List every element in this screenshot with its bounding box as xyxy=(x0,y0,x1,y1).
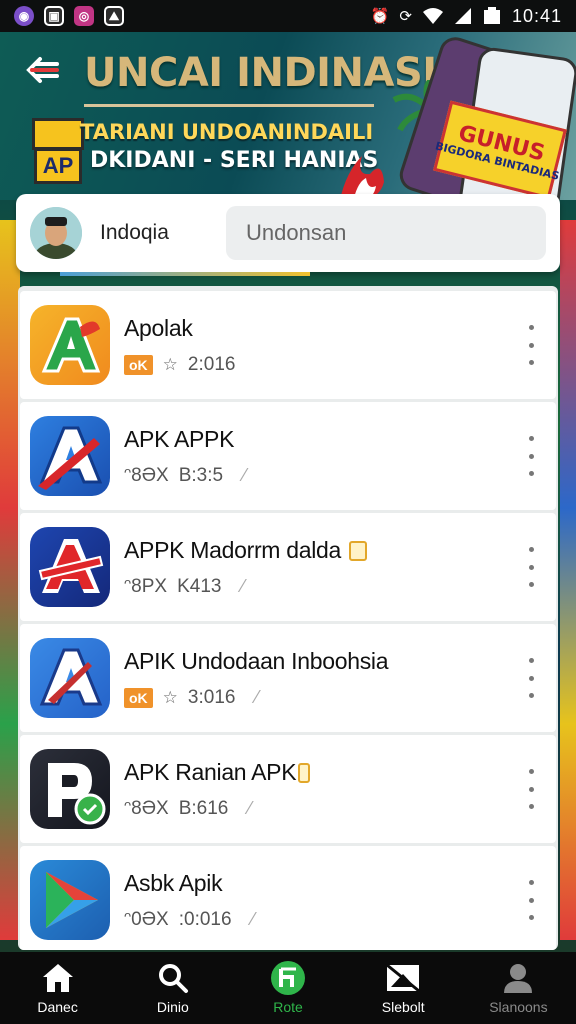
home-icon xyxy=(40,961,76,995)
avatar[interactable] xyxy=(30,207,82,259)
edit-icon: ⁄ xyxy=(243,465,247,485)
edit-icon: ⁄ xyxy=(255,687,259,707)
search-icon xyxy=(155,961,191,995)
messenger-icon: ▣ xyxy=(44,6,64,26)
search-placeholder: Undonsan xyxy=(246,220,347,245)
person-icon xyxy=(500,961,536,995)
verified-badge-icon xyxy=(298,763,311,784)
rating-icon: ☆ xyxy=(162,354,178,374)
more-options-icon[interactable] xyxy=(526,436,536,476)
app-meta-value: 3:016 xyxy=(187,686,236,708)
right-decoration xyxy=(560,220,576,940)
a-red-icon[interactable] xyxy=(30,527,110,607)
wifi-icon xyxy=(422,8,443,24)
flame-icon xyxy=(340,156,384,200)
more-options-icon[interactable] xyxy=(526,880,536,920)
gallery-icon: ⛰ xyxy=(104,6,124,26)
signal-icon xyxy=(454,8,471,24)
alarm-icon: ⏰ xyxy=(370,8,390,25)
profile-name: Indoqia xyxy=(100,221,169,244)
list-item[interactable]: APIK Undodaan Inboohsia oK ☆ 3:016 ⁄ xyxy=(20,624,556,732)
p-icon[interactable] xyxy=(30,749,110,829)
play-arrow-icon[interactable] xyxy=(30,860,110,940)
nav-message[interactable]: Slebolt xyxy=(346,952,461,1024)
system-icons: ⏰ ⟳ 10:41 xyxy=(371,6,562,27)
sync-icon: ⟳ xyxy=(399,8,412,25)
app-meta-value: B:3:5 xyxy=(178,464,224,486)
back-button[interactable] xyxy=(22,50,62,90)
search-input[interactable]: Undonsan xyxy=(226,206,546,260)
app-name-text: APK Ranian APK xyxy=(124,758,297,785)
edit-icon: ⁄ xyxy=(241,576,245,596)
a-green-icon[interactable] xyxy=(30,305,110,385)
app-meta-value: :0:016 xyxy=(178,908,232,930)
app-tag: oK xyxy=(124,687,153,708)
edit-icon: ⁄ xyxy=(251,909,255,929)
r-circle-icon xyxy=(270,961,306,995)
nav-label: Slanoons xyxy=(489,999,548,1015)
app-meta-value: K413 xyxy=(177,575,222,597)
nav-home[interactable]: Danec xyxy=(0,952,115,1024)
app-meta-prefix: ᵔ8PX xyxy=(124,575,168,597)
clock: 10:41 xyxy=(511,5,562,26)
app-name: APPK Madorrm dalda xyxy=(124,537,556,564)
banner-subtitle-1: TARIANI UNDOANINDAILI xyxy=(80,120,374,144)
more-options-icon[interactable] xyxy=(526,547,536,587)
promo-banner[interactable]: UNCAI INDINASIA AP TARIANI UNDOANINDAILI… xyxy=(0,32,576,200)
list-item[interactable]: APPK Madorrm dalda ᵔ8PX K413 ⁄ xyxy=(20,513,556,621)
list-item[interactable]: Asbk Apik ᵔ0ƏX :0:016 ⁄ xyxy=(20,846,556,950)
app-meta-value: 2:016 xyxy=(187,353,236,375)
profile-card: Indoqia Undonsan xyxy=(16,194,560,272)
banner-badge-frame xyxy=(32,118,84,150)
more-options-icon[interactable] xyxy=(526,769,536,809)
instagram-icon: ◎ xyxy=(74,6,94,26)
app-meta-prefix: ᵔ8ƏX xyxy=(124,464,169,486)
bottom-navigation: Danec Dinio Rote Slebolt Slanoons xyxy=(0,952,576,1024)
nav-search[interactable]: Dinio xyxy=(115,952,230,1024)
nav-label: Rote xyxy=(273,999,303,1015)
nav-rote[interactable]: Rote xyxy=(230,952,345,1024)
message-icon xyxy=(385,961,421,995)
app-meta-prefix: ᵔ8ƏX xyxy=(124,797,169,819)
app-list: Apolak oK ☆ 2:016 APK APPK ᵔ8ƏX B:3:5 ⁄ xyxy=(18,286,558,950)
more-options-icon[interactable] xyxy=(526,325,536,365)
a-light-blue-icon[interactable] xyxy=(30,638,110,718)
app-name: Apolak xyxy=(124,314,193,341)
user-portrait-icon xyxy=(30,207,82,259)
app-tag: oK xyxy=(124,354,153,375)
left-decoration xyxy=(0,220,20,940)
more-options-icon[interactable] xyxy=(526,658,536,698)
back-arrow-icon xyxy=(26,57,59,83)
profile-accent-bar xyxy=(60,272,310,276)
app-name: APIK Undodaan Inboohsia xyxy=(124,647,389,674)
edit-icon: ⁄ xyxy=(248,798,252,818)
app-meta-prefix: ᵔ0ƏX xyxy=(124,908,169,930)
a-blue-icon[interactable] xyxy=(30,416,110,496)
app-name: APK APPK xyxy=(124,425,235,452)
battery-icon xyxy=(483,7,500,24)
banner-divider xyxy=(84,104,374,107)
app-name-text: APPK Madorrm dalda xyxy=(124,536,342,563)
nav-label: Danec xyxy=(37,999,78,1015)
nav-profile[interactable]: Slanoons xyxy=(461,952,576,1024)
banner-badge: AP xyxy=(34,148,82,184)
list-item[interactable]: Apolak oK ☆ 2:016 xyxy=(20,291,556,399)
list-item[interactable]: APK APPK ᵔ8ƏX B:3:5 ⁄ xyxy=(20,402,556,510)
nav-label: Slebolt xyxy=(381,999,425,1015)
status-bar: ◉ ▣ ◎ ⛰ ⏰ ⟳ 10:41 xyxy=(0,0,576,32)
nav-label: Dinio xyxy=(156,999,189,1015)
app-name: Asbk Apik xyxy=(124,869,223,896)
viber-icon: ◉ xyxy=(14,6,34,26)
list-item[interactable]: APK Ranian APK ᵔ8ƏX B:616 ⁄ xyxy=(20,735,556,843)
rating-icon: ☆ xyxy=(162,687,178,707)
app-meta-value: B:616 xyxy=(178,797,229,819)
notification-icons: ◉ ▣ ◎ ⛰ xyxy=(14,6,124,26)
app-name: APK Ranian APK xyxy=(124,759,556,786)
verified-badge-icon xyxy=(349,541,368,562)
